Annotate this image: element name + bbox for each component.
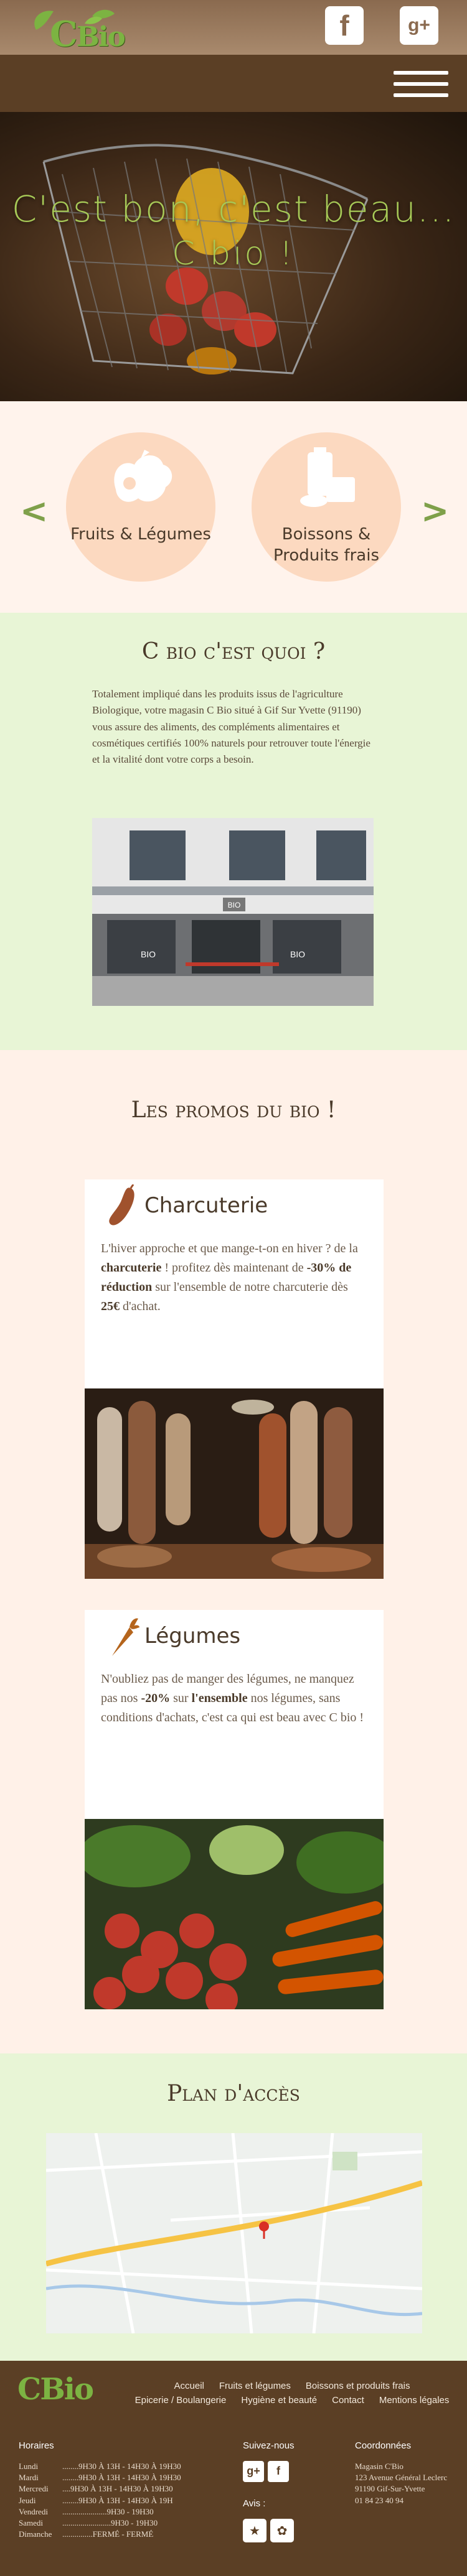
- header-topbar: CBio f g+: [0, 0, 467, 55]
- promo-card-charcuterie: Charcuterie L'hiver approche et que mang…: [85, 1179, 384, 1388]
- promos-title: Les promos du bio !: [131, 1097, 336, 1123]
- coords-line: 01 84 23 40 94: [355, 2495, 403, 2505]
- footer-nav-accueil[interactable]: Accueil: [174, 2381, 204, 2391]
- logo[interactable]: CBio: [17, 5, 126, 55]
- carousel-prev-icon[interactable]: <: [20, 495, 48, 528]
- avis-icons: ★ ✿: [243, 2519, 336, 2542]
- drinks-fresh-icon: [300, 447, 355, 507]
- footer-nav-boissons[interactable]: Boissons et produits frais: [306, 2381, 410, 2391]
- follow-title: Suivez-nous: [243, 2440, 295, 2451]
- promo-heading: Légumes: [144, 1624, 241, 1648]
- category-label: Boissons & Produits frais: [273, 525, 379, 565]
- access-section: Plan d'accès: [0, 2053, 467, 2361]
- storefront-photo: BIO BIO BIO: [92, 818, 374, 1006]
- promo-text: L'hiver approche et que mange-t-on en hi…: [101, 1242, 358, 1313]
- vegetables-photo: [85, 1819, 384, 2009]
- promo-text: N'oubliez pas de manger des légumes, ne …: [101, 1672, 364, 1724]
- sausage-icon: [109, 1184, 134, 1225]
- facebook-icon[interactable]: f: [268, 2461, 289, 2482]
- footer-coords: Coordonnées Magasin C'Bio 123 Avenue Gén…: [355, 2439, 455, 2506]
- hours-title: Horaires: [19, 2440, 54, 2451]
- category-boissons-produits-frais[interactable]: Boissons & Produits frais: [252, 432, 401, 582]
- svg-text:BIO: BIO: [290, 949, 305, 959]
- googleplus-icon[interactable]: g+: [243, 2461, 264, 2482]
- category-fruits-legumes[interactable]: Fruits & Légumes: [66, 432, 215, 582]
- access-map[interactable]: [46, 2133, 422, 2333]
- footer-nav-hygiene[interactable]: Hygiène et beauté: [241, 2395, 317, 2406]
- review-star-icon[interactable]: ★: [243, 2519, 267, 2542]
- hero-banner: C'est bon, c'est beau... C bio !: [0, 112, 467, 401]
- svg-text:BIO: BIO: [228, 901, 241, 909]
- facebook-icon[interactable]: f: [325, 6, 364, 45]
- about-text: Totalement impliqué dans les produits is…: [92, 688, 370, 766]
- avis-title: Avis :: [243, 2498, 266, 2509]
- footer-nav: Accueil Fruits et légumes Boissons et pr…: [133, 2381, 451, 2406]
- category-label: Fruits & Légumes: [70, 525, 211, 544]
- carrot-icon: [112, 1618, 139, 1656]
- svg-text:BIO: BIO: [141, 949, 156, 959]
- hero-title: C'est bon, c'est beau...: [11, 188, 456, 230]
- promo-card-legumes: Légumes N'oubliez pas de manger des légu…: [85, 1610, 384, 1819]
- carousel-next-icon[interactable]: >: [421, 495, 449, 528]
- footer-nav-fruits-legumes[interactable]: Fruits et légumes: [219, 2381, 291, 2391]
- footer: CBio Accueil Fruits et légumes Boissons …: [0, 2361, 467, 2576]
- hours-row: Lundi ........9H30 À 13H - 14H30 À 19H30: [19, 2462, 181, 2471]
- hours-row: Mardi ........9H30 À 13H - 14H30 À 19H30: [19, 2473, 181, 2483]
- hero-subtitle: C bio !: [172, 235, 295, 272]
- promo-heading: Charcuterie: [144, 1193, 268, 1218]
- review-site-icon[interactable]: ✿: [270, 2519, 294, 2542]
- about-section: C bio c'est quoi ? Totalement impliqué d…: [0, 613, 467, 1050]
- coords-line: 123 Avenue Général Leclerc: [355, 2473, 448, 2483]
- coords-line: Magasin C'Bio: [355, 2462, 403, 2471]
- footer-hours: Horaires Lundi ........9H30 À 13H - 14H30…: [19, 2439, 230, 2540]
- access-title: Plan d'accès: [167, 2081, 300, 2106]
- footer-nav-mentions[interactable]: Mentions légales: [379, 2395, 450, 2406]
- menu-hamburger-icon[interactable]: [394, 71, 448, 97]
- navbar: [0, 55, 467, 112]
- googleplus-icon[interactable]: g+: [400, 6, 438, 45]
- hours-row: Vendredi ......................9H30 - 19H…: [19, 2506, 154, 2516]
- logo-text: CBio: [50, 14, 126, 55]
- about-title: C bio c'est quoi ?: [141, 639, 326, 664]
- coords-line: 91190 Gif-Sur-Yvette: [355, 2484, 425, 2494]
- footer-nav-contact[interactable]: Contact: [332, 2395, 364, 2406]
- footer-logo[interactable]: CBio: [17, 2372, 94, 2407]
- hours-row: Jeudi ........9H30 À 13H - 14H30 À 19H: [19, 2495, 173, 2505]
- categories-carousel: < Fruits & Légumes Boissons & Produits f…: [0, 401, 467, 613]
- fruits-vegetables-icon: [114, 450, 172, 502]
- hours-row: Dimanche ...............FERMÉ - FERMÉ: [19, 2529, 154, 2539]
- coords-title: Coordonnées: [355, 2440, 412, 2451]
- hours-row: Mercredi ....9H30 À 13H - 14H30 À 19H30: [19, 2484, 173, 2494]
- hours-row: Samedi ........................9H30 - 19H…: [19, 2518, 158, 2527]
- promos-section: Les promos du bio ! Charcuterie L'hiver …: [0, 1050, 467, 2053]
- footer-social: Suivez-nous g+ f Avis : ★ ✿: [243, 2439, 336, 2542]
- charcuterie-photo: [85, 1388, 384, 1579]
- footer-nav-epicerie[interactable]: Epicerie / Boulangerie: [135, 2395, 227, 2406]
